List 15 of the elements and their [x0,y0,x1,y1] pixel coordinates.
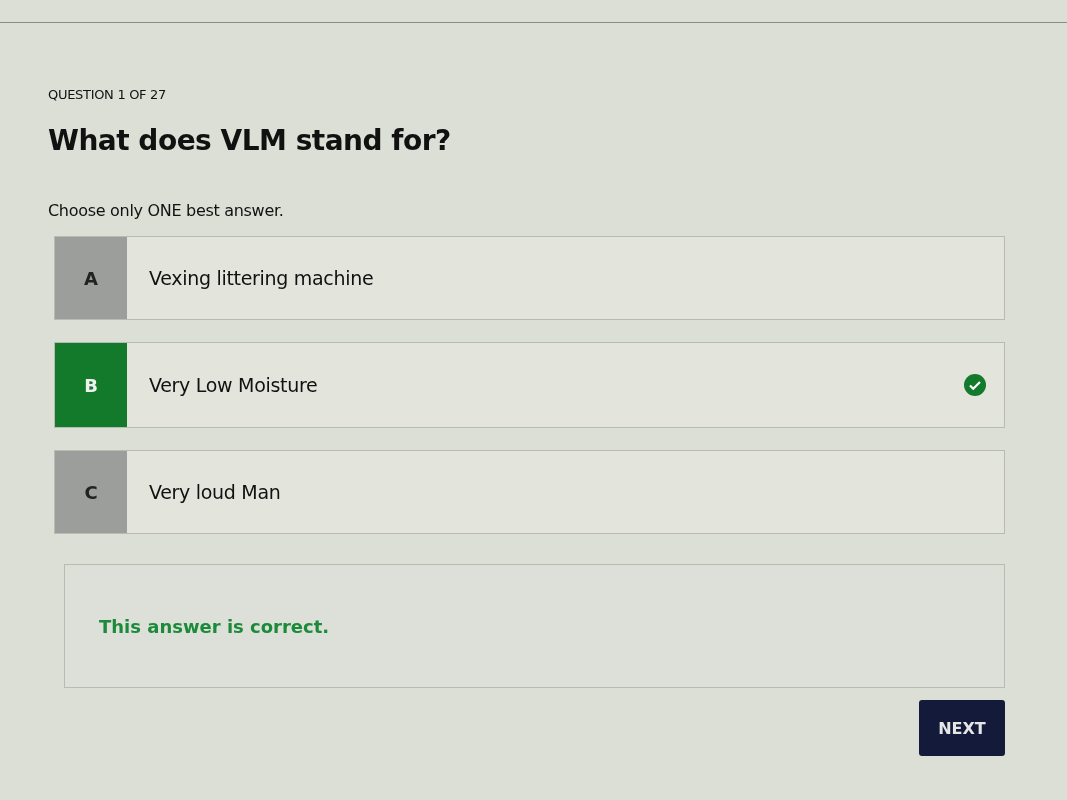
check-circle-icon [964,374,986,396]
question-counter: QUESTION 1 OF 27 [48,87,168,102]
next-button[interactable]: NEXT [919,700,1005,756]
option-letter: A [55,237,127,319]
answer-option[interactable]: A Vexing littering machine [54,236,1005,320]
instruction-text: Choose only ONE best answer. [48,201,285,220]
option-letter: C [55,451,127,533]
option-letter: B [55,343,127,427]
option-text: Vexing littering machine [149,267,374,289]
answer-option[interactable]: C Very loud Man [54,450,1005,534]
option-text: Very Low Moisture [149,374,318,396]
answer-option[interactable]: B Very Low Moisture [54,342,1005,428]
option-text: Very loud Man [149,481,281,503]
feedback-text: This answer is correct. [99,615,330,637]
question-title: What does VLM stand for? [48,124,452,157]
